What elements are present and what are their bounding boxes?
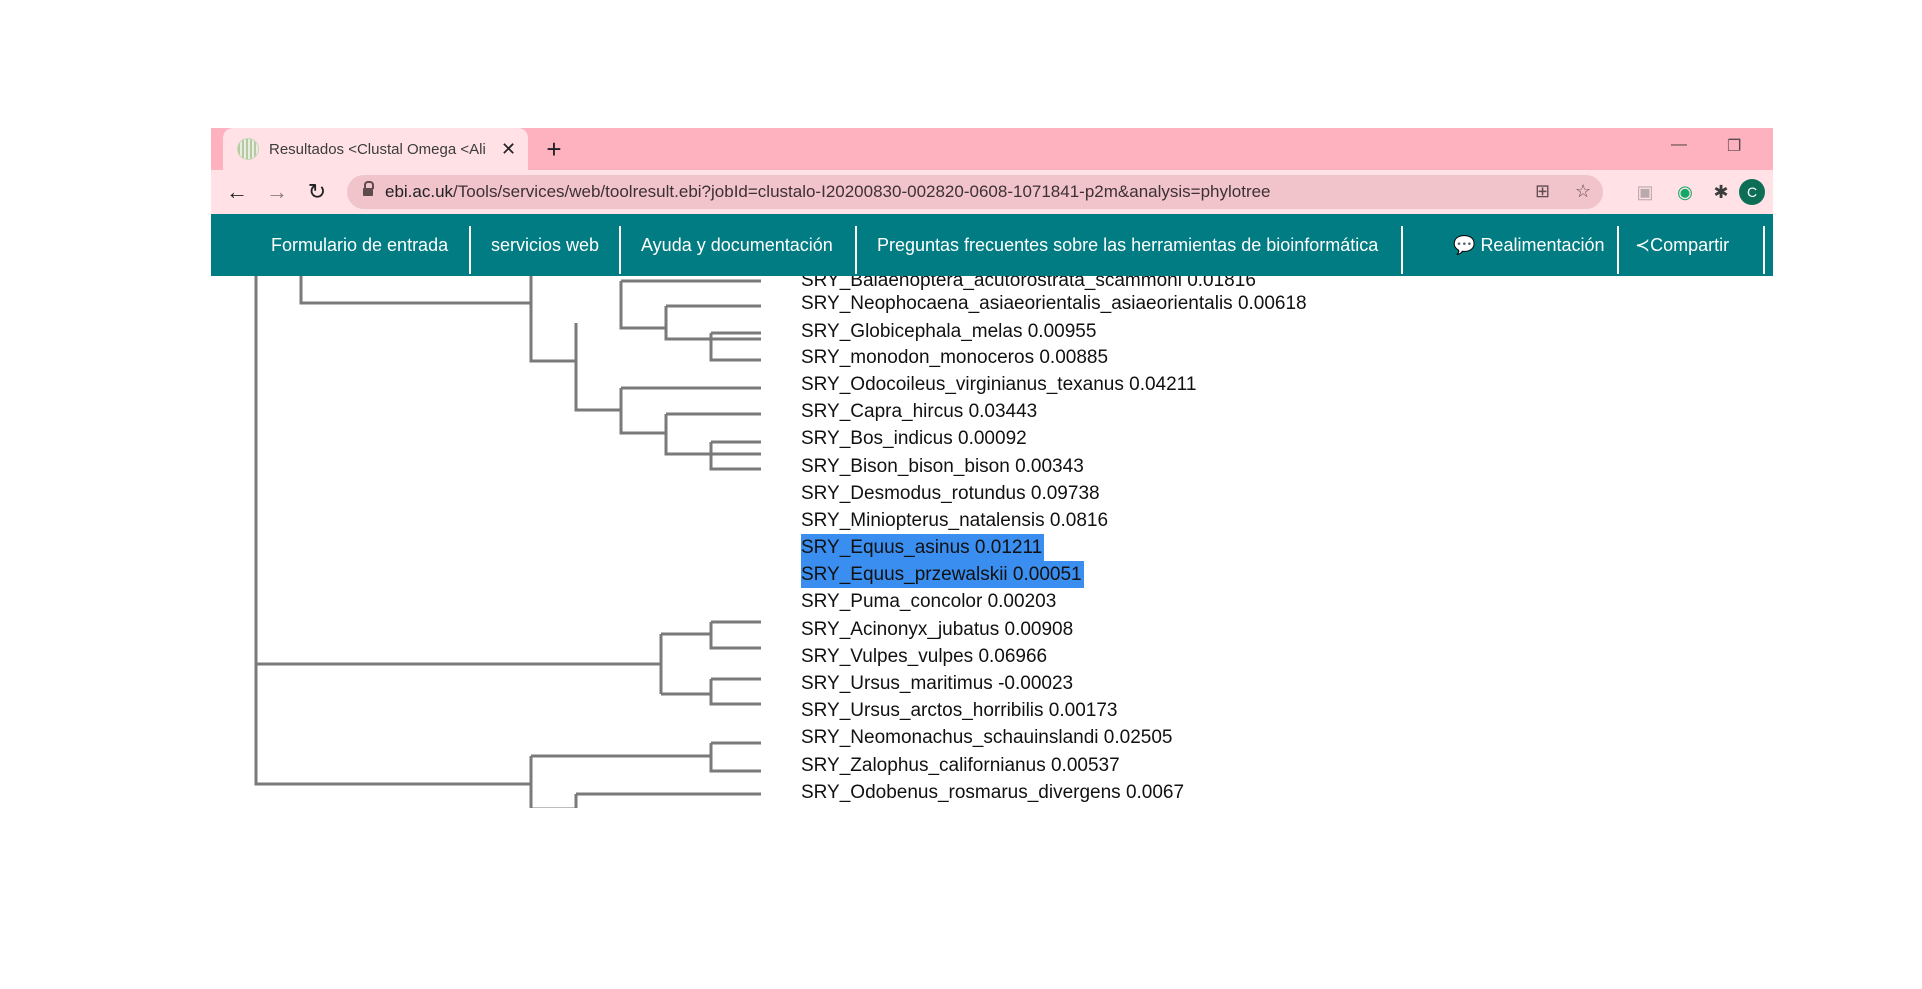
tree-leaf-label[interactable]: SRY_Capra_hircus 0.03443: [801, 398, 1037, 425]
phylogenetic-tree: SRY_Balaenoptera_acutorostrata_scammoni …: [211, 276, 1773, 808]
tree-leaf-label[interactable]: SRY_monodon_monoceros 0.00885: [801, 344, 1108, 371]
tree-leaf-label[interactable]: SRY_Vulpes_vulpes 0.06966: [801, 643, 1047, 670]
tree-leaf-label[interactable]: SRY_Ursus_maritimus -0.00023: [801, 670, 1073, 697]
minimize-icon[interactable]: —: [1671, 136, 1687, 154]
forward-arrow-icon[interactable]: →: [263, 178, 291, 206]
nav-divider: [469, 226, 471, 274]
tree-leaf-label[interactable]: SRY_Miniopterus_natalensis 0.0816: [801, 507, 1108, 534]
share-button[interactable]: ≺Compartir: [1635, 214, 1729, 276]
tree-leaf-label[interactable]: SRY_Neophocaena_asiaeorientalis_asiaeori…: [801, 290, 1307, 317]
tree-leaf-label[interactable]: SRY_Neomonachus_schauinslandi 0.02505: [801, 724, 1172, 751]
site-nav-bar: Formulario de entrada servicios web Ayud…: [211, 214, 1773, 276]
nav-item-input-form[interactable]: Formulario de entrada: [271, 214, 448, 276]
nav-item-web-services[interactable]: servicios web: [491, 214, 599, 276]
tree-leaf-label[interactable]: SRY_Equus_asinus 0.01211: [801, 534, 1045, 561]
tree-branch: [664, 414, 761, 456]
tree-branch: [529, 276, 576, 363]
share-icon: ≺: [1635, 235, 1651, 255]
tree-leaf-label[interactable]: SRY_Desmodus_rotundus 0.09738: [801, 480, 1100, 507]
nav-divider: [1763, 226, 1765, 274]
browser-tab[interactable]: Resultados <Clustal Omega <Ali ✕: [223, 128, 528, 170]
nav-divider: [1401, 226, 1403, 274]
tree-leaf-label[interactable]: SRY_Ursus_arctos_horribilis 0.00173: [801, 697, 1117, 724]
star-icon[interactable]: ☆: [1575, 181, 1591, 202]
tree-branch: [709, 679, 761, 706]
favicon-icon: [237, 138, 259, 160]
speech-bubble-icon: 💬: [1453, 235, 1476, 255]
tree-leaf-label[interactable]: SRY_Puma_concolor 0.00203: [801, 588, 1056, 615]
url-text: ebi.ac.uk/Tools/services/web/toolresult.…: [385, 182, 1271, 201]
tree-branch: [619, 281, 666, 330]
close-icon[interactable]: ✕: [501, 139, 516, 160]
address-bar[interactable]: ebi.ac.uk/Tools/services/web/toolresult.…: [347, 175, 1603, 209]
tree-branch: [709, 622, 761, 650]
tree-leaf-label[interactable]: SRY_Zalophus_californianus 0.00537: [801, 752, 1120, 779]
tree-leaf-label[interactable]: SRY_Bison_bison_bison 0.00343: [801, 453, 1084, 480]
feedback-button[interactable]: 💬 Realimentación: [1453, 214, 1605, 276]
puzzle-icon[interactable]: ✱: [1709, 180, 1733, 204]
tree-branch: [299, 276, 531, 305]
back-arrow-icon[interactable]: ←: [223, 178, 251, 206]
extension-icon[interactable]: ▣: [1633, 180, 1657, 204]
plus-icon[interactable]: +: [539, 134, 569, 164]
tree-branch: [709, 333, 761, 362]
tree-branch: [574, 323, 621, 412]
nav-divider: [619, 226, 621, 274]
tree-branch: [619, 388, 666, 435]
avatar[interactable]: C: [1739, 179, 1765, 205]
tree-branch: [254, 276, 531, 786]
lock-icon: [363, 181, 374, 198]
restore-icon[interactable]: ❐: [1727, 136, 1741, 156]
tree-branch: [574, 794, 578, 808]
tree-leaf-label[interactable]: SRY_Bos_indicus 0.00092: [801, 425, 1027, 452]
tree-branch: [709, 743, 761, 773]
tree-branch: [529, 756, 576, 808]
nav-divider: [1617, 226, 1619, 274]
reload-icon[interactable]: ↻: [303, 178, 331, 206]
tab-strip: Resultados <Clustal Omega <Ali ✕ + — ❐: [211, 128, 1773, 170]
nav-item-help-docs[interactable]: Ayuda y documentación: [641, 214, 833, 276]
tree-leaf-label[interactable]: SRY_Odobenus_rosmarus_divergens 0.0067: [801, 779, 1184, 806]
tree-leaf-label[interactable]: SRY_Acinonyx_jubatus 0.00908: [801, 616, 1073, 643]
tree-leaf-label[interactable]: SRY_Odocoileus_virginianus_texanus 0.042…: [801, 371, 1196, 398]
browser-window: Resultados <Clustal Omega <Ali ✕ + — ❐ ←…: [211, 128, 1773, 808]
browser-toolbar: ← → ↻ ebi.ac.uk/Tools/services/web/toolr…: [211, 170, 1773, 214]
nav-divider: [855, 226, 857, 274]
translate-icon[interactable]: ⊞: [1535, 181, 1550, 202]
nav-item-faq[interactable]: Preguntas frecuentes sobre las herramien…: [877, 214, 1378, 276]
tree-leaf-label[interactable]: SRY_Globicephala_melas 0.00955: [801, 318, 1096, 345]
tab-title: Resultados <Clustal Omega <Ali: [269, 140, 486, 158]
tree-leaf-label[interactable]: SRY_Equus_przewalskii 0.00051: [801, 561, 1084, 588]
grammarly-icon[interactable]: ◉: [1673, 180, 1697, 204]
